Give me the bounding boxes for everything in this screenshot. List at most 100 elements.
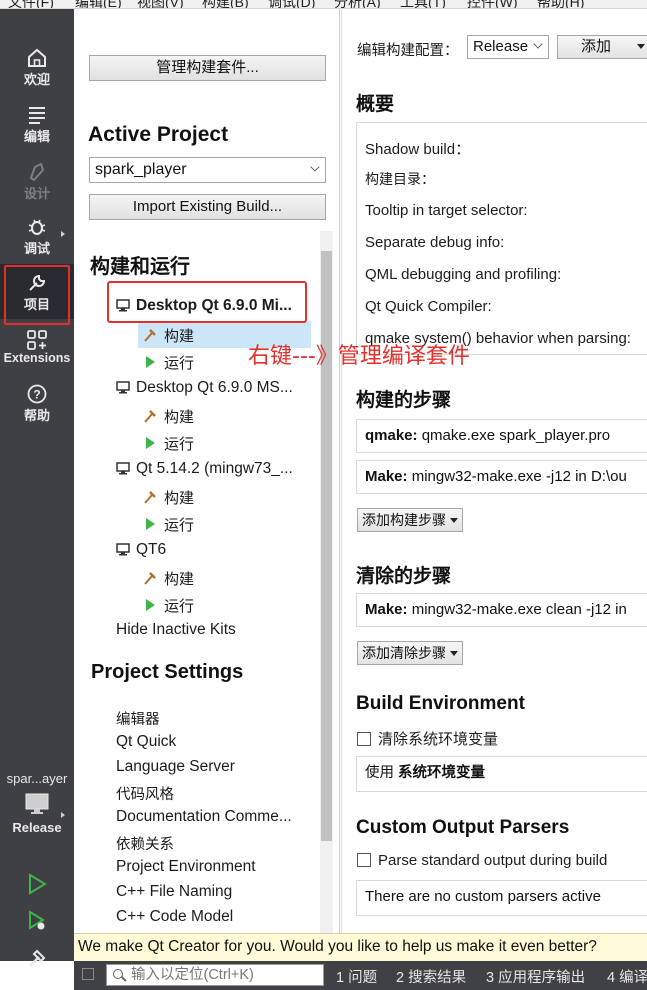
menu-build[interactable]: 构建(B): [202, 0, 249, 8]
clear-env-checkbox[interactable]: 清除系统环境变量: [357, 728, 498, 749]
mode-bar: 欢迎 编辑 设计 调试 项目 Extensions ? 帮助 spar...ay…: [0, 9, 74, 967]
chevron-right-icon: [61, 812, 65, 818]
target-selector[interactable]: spar...ayer Release: [0, 771, 74, 835]
menu-analyze[interactable]: 分析(A): [334, 0, 381, 8]
kit-run-item[interactable]: 运行: [142, 514, 194, 535]
kit-item[interactable]: Desktop Qt 6.9.0 MS...: [116, 379, 293, 397]
manage-kits-button[interactable]: 管理构建套件...: [89, 55, 326, 81]
chevron-right-icon: [61, 231, 65, 237]
env-bold: 系统环境变量: [398, 765, 486, 781]
build-step-make[interactable]: Make: mingw32-make.exe -j12 in D:\ou: [356, 460, 647, 494]
bug-icon: [28, 219, 46, 235]
chevron-down-icon: [450, 518, 458, 523]
menu-tools[interactable]: 工具(T): [400, 0, 446, 8]
chevron-down-icon: [450, 651, 458, 656]
kit-run-item[interactable]: 运行: [142, 352, 194, 373]
settings-item-documentation-comments[interactable]: Documentation Comme...: [116, 808, 292, 826]
menu-file[interactable]: 文件(F): [8, 0, 54, 8]
debug-run-icon: [29, 910, 45, 930]
output-tab-app-output[interactable]: 3 应用程序输出: [486, 966, 585, 987]
kit-item[interactable]: QT6: [116, 541, 166, 559]
mode-label: Extensions: [3, 351, 71, 365]
settings-item-project-environment[interactable]: Project Environment: [116, 858, 256, 876]
menu-debug[interactable]: 调试(D): [268, 0, 315, 8]
checkbox-box[interactable]: [357, 853, 371, 867]
kit-build-item[interactable]: 构建: [142, 487, 194, 508]
import-build-button[interactable]: Import Existing Build...: [89, 194, 326, 220]
clean-step-make[interactable]: Make: mingw32-make.exe clean -j12 in: [356, 593, 647, 627]
info-bar-message: We make Qt Creator for you. Would you li…: [78, 938, 597, 955]
mode-edit[interactable]: 编辑: [0, 104, 74, 145]
locator-placeholder: 输入以定位(Ctrl+K): [131, 967, 254, 983]
build-button[interactable]: [0, 947, 74, 969]
tree-scrollbar[interactable]: [320, 231, 333, 933]
hammer-icon: [144, 572, 156, 585]
settings-item-dependencies[interactable]: 依赖关系: [116, 833, 174, 854]
annotation-text: 右键---》管理编译套件: [248, 344, 470, 369]
mode-welcome[interactable]: 欢迎: [0, 47, 74, 88]
debug-run-button[interactable]: [0, 910, 74, 932]
build-config-value: Release: [473, 38, 529, 55]
kit-name: Desktop Qt 6.9.0 MS...: [136, 379, 293, 396]
build-env-heading: Build Environment: [356, 693, 525, 714]
kit-build-item[interactable]: 构建: [142, 406, 194, 427]
kit-build-item[interactable]: 构建: [142, 568, 194, 589]
menu-bar: 文件(F) 编辑(E) 视图(V) 构建(B) 调试(D) 分析(A) 工具(T…: [0, 0, 647, 9]
build-config-combo[interactable]: Release: [467, 35, 549, 59]
extensions-icon: [27, 330, 47, 350]
step-tool: qmake:: [365, 427, 418, 444]
custom-parsers-box: There are no custom parsers active: [356, 880, 647, 916]
hide-inactive-kits[interactable]: Hide Inactive Kits: [116, 621, 236, 639]
settings-item-qt-quick[interactable]: Qt Quick: [116, 733, 176, 751]
settings-item-file-naming[interactable]: C++ File Naming: [116, 883, 232, 901]
active-kit-highlight: [107, 281, 307, 323]
monitor-icon: [116, 381, 130, 394]
parse-output-checkbox[interactable]: Parse standard output during build: [357, 852, 607, 869]
project-combo[interactable]: spark_player: [89, 157, 326, 183]
menu-widgets[interactable]: 控件(W): [467, 0, 518, 8]
mode-label: 设计: [23, 186, 50, 201]
step-tool: Make:: [365, 468, 408, 485]
mode-label: 编辑: [23, 129, 50, 144]
mode-extensions[interactable]: Extensions: [0, 329, 74, 365]
add-clean-step-button[interactable]: 添加清除步骤: [357, 641, 463, 665]
menu-view[interactable]: 视图(V): [137, 0, 184, 8]
menu-help[interactable]: 帮助(H): [537, 0, 584, 8]
settings-item-code-style[interactable]: 代码风格: [116, 783, 174, 804]
add-config-button[interactable]: 添加: [557, 35, 647, 59]
output-tab-issues[interactable]: 1 问题: [336, 966, 377, 987]
svg-text:?: ?: [33, 388, 40, 402]
run-icon: [29, 873, 47, 895]
projects-mode-highlight: [4, 265, 70, 325]
menu-edit[interactable]: 编辑(E): [75, 0, 122, 8]
mode-help[interactable]: ? 帮助: [0, 383, 74, 424]
toggle-sidebar-icon[interactable]: [82, 968, 94, 980]
mode-design[interactable]: 设计: [0, 161, 74, 202]
kit-build-item[interactable]: 构建: [142, 325, 194, 346]
step-args: mingw32-make.exe -j12 in D:\ou: [407, 468, 627, 485]
add-build-step-button[interactable]: 添加构建步骤: [357, 508, 463, 532]
build-label: 构建: [164, 328, 195, 345]
project-tree-panel: 管理构建套件... Active Project spark_player Im…: [74, 9, 340, 933]
kit-item[interactable]: Qt 5.14.2 (mingw73_...: [116, 460, 293, 478]
kit-run-item[interactable]: 运行: [142, 433, 194, 454]
locator-input[interactable]: 输入以定位(Ctrl+K): [106, 964, 324, 986]
settings-item-code-model[interactable]: C++ Code Model: [116, 908, 233, 926]
mode-debug[interactable]: 调试: [0, 216, 74, 257]
kit-run-item[interactable]: 运行: [142, 595, 194, 616]
settings-item-editor[interactable]: 编辑器: [116, 708, 160, 729]
build-step-qmake[interactable]: qmake: qmake.exe spark_player.pro: [356, 419, 647, 453]
env-summary[interactable]: 使用 系统环境变量: [356, 756, 647, 792]
settings-item-language-server[interactable]: Language Server: [116, 758, 235, 776]
build-label: 构建: [164, 490, 195, 507]
hammer-icon: [144, 491, 156, 504]
info-bar: We make Qt Creator for you. Would you li…: [74, 933, 647, 961]
chevron-down-icon: [637, 44, 646, 49]
output-tab-compile[interactable]: 4 编译: [607, 966, 647, 987]
checkbox-box[interactable]: [357, 732, 371, 746]
build-label: 构建: [164, 571, 195, 588]
hammer-icon: [144, 329, 156, 342]
output-tab-search-results[interactable]: 2 搜索结果: [396, 966, 466, 987]
run-button[interactable]: [0, 873, 74, 895]
home-icon: [28, 48, 46, 67]
